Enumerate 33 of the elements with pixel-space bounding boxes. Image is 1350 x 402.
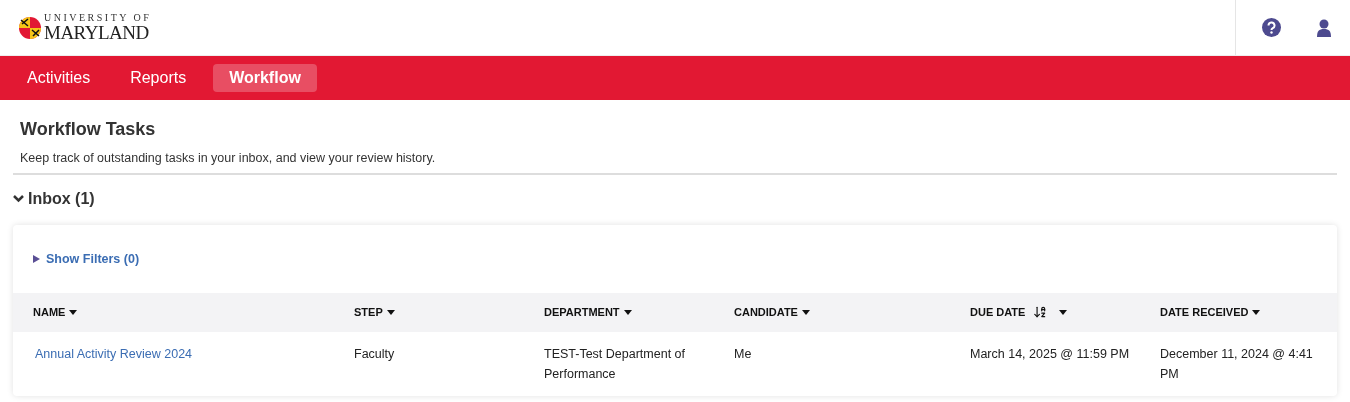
column-header[interactable]: STEP bbox=[354, 303, 544, 321]
nav-tab[interactable]: Activities bbox=[14, 64, 104, 92]
task-link[interactable]: Annual Activity Review 2024 bbox=[33, 343, 354, 364]
column-header[interactable]: DUE DATE bbox=[970, 303, 1160, 321]
logo-text: UNIVERSITY OF bbox=[44, 13, 152, 23]
table-cell-text: Faculty bbox=[354, 345, 396, 363]
nav-tab[interactable]: Workflow bbox=[213, 64, 317, 92]
user-icon[interactable] bbox=[1316, 18, 1333, 37]
nav-tab[interactable]: Reports bbox=[117, 64, 200, 92]
filters-toggle[interactable]: Show Filters (0) bbox=[33, 224, 140, 269]
logo-text: MARYLAND bbox=[44, 23, 150, 42]
column-header[interactable]: NAME bbox=[33, 303, 354, 321]
caret-icon bbox=[1252, 309, 1261, 315]
chevron-icon bbox=[13, 194, 24, 203]
crest-icon bbox=[19, 16, 41, 39]
table-cell-text: March 14, 2025 @ 11:59 PM bbox=[970, 345, 1131, 363]
caret-icon bbox=[386, 309, 395, 315]
caret-icon bbox=[801, 309, 810, 315]
column-header[interactable]: DATE RECEIVED bbox=[1160, 303, 1337, 321]
help-icon[interactable] bbox=[1261, 18, 1281, 37]
caret-icon bbox=[69, 309, 78, 315]
inbox-toggle[interactable]: Inbox (1) bbox=[13, 186, 95, 211]
column-header[interactable]: DEPARTMENT bbox=[544, 303, 734, 321]
sort-icon bbox=[1033, 305, 1048, 319]
caret-icon bbox=[623, 309, 632, 315]
triangle-icon bbox=[33, 255, 40, 264]
table-cell-text: Me bbox=[734, 345, 753, 363]
column-header[interactable]: CANDIDATE bbox=[734, 303, 970, 321]
table-cell-text: December 11, 2024 @ 4:41 PM bbox=[1160, 345, 1314, 383]
page-title: Workflow Tasks bbox=[19, 118, 157, 141]
caret-icon bbox=[1059, 309, 1068, 315]
page-subtitle: Keep track of outstanding tasks in your inbox, and view your review history. bbox=[19, 150, 437, 167]
table-cell-text: TEST-Test Department of Performance bbox=[544, 345, 687, 383]
